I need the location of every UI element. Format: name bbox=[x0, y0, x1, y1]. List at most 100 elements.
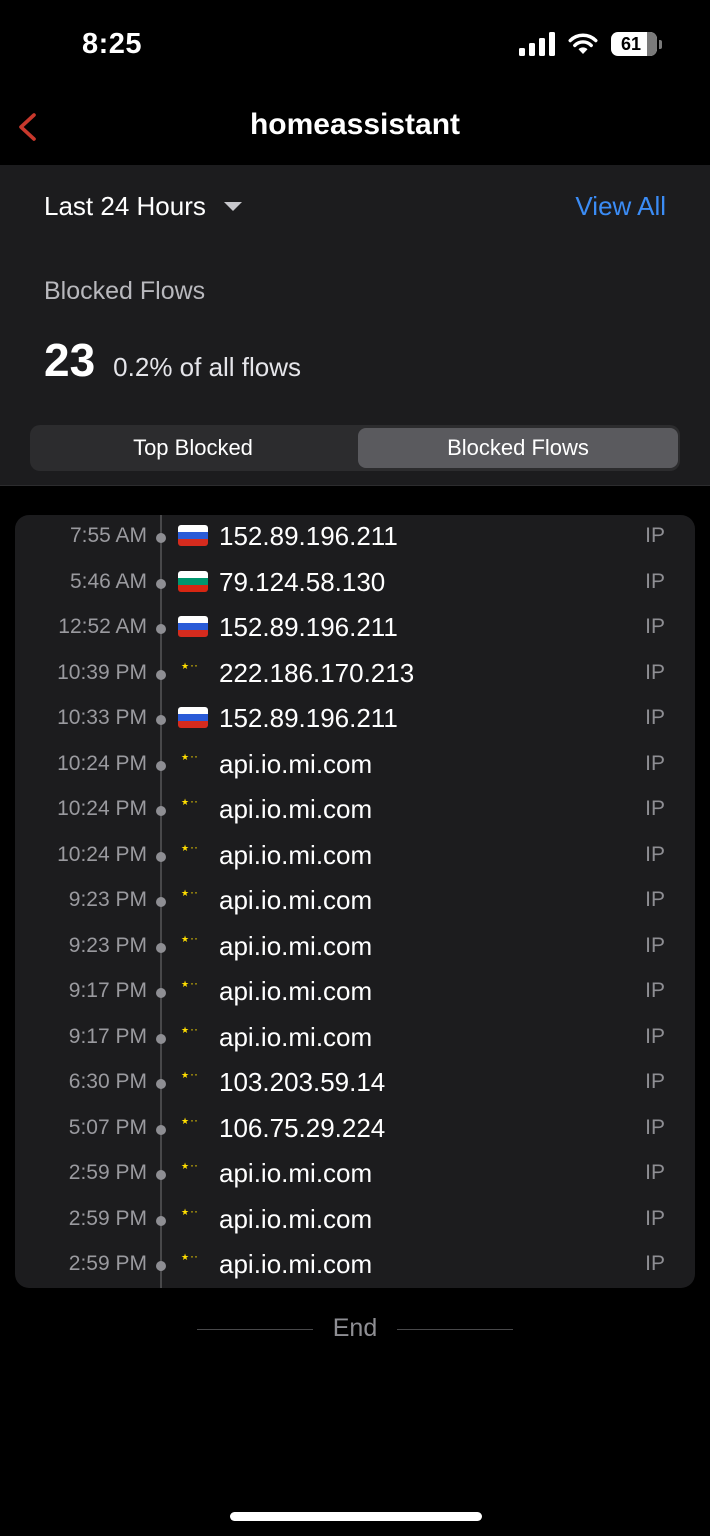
blocked-percent: 0.2% of all flows bbox=[113, 352, 302, 382]
timeline-dot bbox=[156, 806, 166, 816]
flow-type: IP bbox=[645, 706, 665, 729]
tab-blocked-flows[interactable]: Blocked Flows bbox=[358, 428, 678, 468]
end-marker: End bbox=[0, 1310, 710, 1350]
timeline-dot bbox=[156, 624, 166, 634]
flow-type: IP bbox=[645, 1206, 665, 1230]
flow-time: 12:52 AM bbox=[58, 615, 147, 638]
flow-destination: api.io.mi.com bbox=[219, 1203, 373, 1234]
flow-destination: api.io.mi.com bbox=[219, 885, 373, 915]
flow-row[interactable]: 9:23 PM api.io.mi.com IP bbox=[15, 879, 695, 924]
flow-row[interactable]: 6:30 PM 103.203.59.14 IP bbox=[15, 1061, 695, 1106]
wifi-icon bbox=[568, 33, 598, 54]
flow-destination: 106.75.29.224 bbox=[219, 1112, 386, 1143]
flow-time: 2:59 PM bbox=[68, 1206, 147, 1230]
flow-time: 9:23 PM bbox=[68, 888, 147, 911]
flow-type: IP bbox=[645, 660, 665, 684]
flow-time: 6:30 PM bbox=[68, 1070, 147, 1093]
view-all-link[interactable]: View All bbox=[575, 191, 666, 222]
status-icons: 61 bbox=[519, 32, 662, 56]
battery-icon: 61 bbox=[611, 32, 662, 56]
flow-time: 5:07 PM bbox=[68, 1115, 147, 1139]
flow-time: 10:33 PM bbox=[57, 706, 147, 729]
status-bar: 8:25 61 bbox=[0, 0, 710, 96]
timeline-dot bbox=[156, 1033, 166, 1044]
flow-destination: api.io.mi.com bbox=[219, 794, 373, 824]
section-label: Blocked Flows bbox=[44, 277, 206, 305]
timeline-dot bbox=[156, 1215, 166, 1226]
flow-time: 9:17 PM bbox=[68, 979, 147, 1002]
timeline-dot bbox=[156, 669, 166, 680]
caret-down-icon bbox=[223, 202, 242, 211]
flow-destination: api.io.mi.com bbox=[219, 1249, 373, 1279]
flow-time: 2:59 PM bbox=[68, 1252, 147, 1275]
flow-type: IP bbox=[645, 933, 665, 957]
flow-destination: api.io.mi.com bbox=[219, 930, 373, 961]
flow-time: 5:46 AM bbox=[69, 569, 147, 593]
timeline-dot bbox=[156, 988, 166, 998]
flow-row[interactable]: 9:17 PM api.io.mi.com IP bbox=[15, 1016, 695, 1061]
flow-type: IP bbox=[645, 615, 665, 638]
blocked-flows-list: 7:55 AM 152.89.196.211 IP 5:46 AM 79.124.58.… bbox=[15, 515, 695, 1288]
flow-destination: api.io.mi.com bbox=[219, 1021, 373, 1052]
end-divider-right bbox=[397, 1329, 513, 1330]
flow-time: 9:17 PM bbox=[68, 1024, 147, 1048]
flow-row[interactable]: 10:24 PM api.io.mi.com IP bbox=[15, 743, 695, 788]
flag-ru-icon bbox=[178, 707, 208, 728]
flow-time: 10:24 PM bbox=[57, 797, 147, 820]
flow-destination: 152.89.196.211 bbox=[219, 521, 398, 551]
timeline-dot bbox=[156, 1079, 166, 1089]
flow-type: IP bbox=[645, 1252, 665, 1275]
flow-row[interactable]: 12:52 AM 152.89.196.211 IP bbox=[15, 606, 695, 651]
flag-ru-icon bbox=[178, 525, 208, 546]
flow-type: IP bbox=[645, 1161, 665, 1184]
timeline-dot bbox=[156, 851, 166, 862]
flow-time: 7:55 AM bbox=[69, 524, 147, 547]
flow-destination: 79.124.58.130 bbox=[219, 566, 386, 597]
status-time: 8:25 bbox=[82, 28, 143, 60]
flow-type: IP bbox=[645, 888, 665, 911]
home-indicator bbox=[230, 1512, 482, 1521]
flow-row[interactable]: 9:17 PM api.io.mi.com IP bbox=[15, 970, 695, 1015]
flow-destination: api.io.mi.com bbox=[219, 1158, 373, 1188]
flow-destination: api.io.mi.com bbox=[219, 839, 373, 870]
flow-type: IP bbox=[645, 1070, 665, 1093]
page-title: homeassistant bbox=[249, 108, 461, 141]
timeline-dot bbox=[156, 760, 166, 771]
flow-destination: api.io.mi.com bbox=[219, 976, 373, 1006]
flow-row[interactable]: 2:59 PM api.io.mi.com IP bbox=[15, 1243, 695, 1288]
time-range-dropdown[interactable]: Last 24 Hours bbox=[44, 191, 242, 222]
flow-row[interactable]: 10:33 PM 152.89.196.211 IP bbox=[15, 697, 695, 742]
flow-time: 2:59 PM bbox=[68, 1161, 147, 1184]
view-segmented-control: Top Blocked Blocked Flows bbox=[30, 425, 680, 471]
flow-time: 10:24 PM bbox=[57, 751, 147, 775]
flow-row[interactable]: 7:55 AM 152.89.196.211 IP bbox=[15, 515, 695, 560]
flow-row[interactable]: 10:24 PM api.io.mi.com IP bbox=[15, 834, 695, 879]
timeline-dot bbox=[156, 1261, 166, 1271]
flow-row[interactable]: 10:39 PM 222.186.170.213 IP bbox=[15, 652, 695, 697]
flow-type: IP bbox=[645, 524, 665, 547]
timeline-dot bbox=[156, 533, 166, 543]
flow-row[interactable]: 10:24 PM api.io.mi.com IP bbox=[15, 788, 695, 833]
flag-bg-icon bbox=[178, 570, 208, 592]
summary-panel: Last 24 Hours View All Blocked Flows 23 … bbox=[0, 165, 710, 486]
tab-top-blocked[interactable]: Top Blocked bbox=[33, 428, 353, 468]
flow-row[interactable]: 2:59 PM api.io.mi.com IP bbox=[15, 1152, 695, 1197]
battery-level: 61 bbox=[620, 33, 642, 54]
flow-type: IP bbox=[645, 1024, 665, 1048]
blocked-count-row: 23 0.2% of all flows bbox=[44, 333, 301, 387]
cellular-signal-icon bbox=[519, 32, 555, 56]
flow-destination: 152.89.196.211 bbox=[219, 612, 398, 642]
timeline-dot bbox=[156, 715, 166, 725]
timeline-dot bbox=[156, 897, 166, 907]
flow-type: IP bbox=[645, 979, 665, 1002]
flow-row[interactable]: 5:07 PM 106.75.29.224 IP bbox=[15, 1107, 695, 1152]
flow-destination: 152.89.196.211 bbox=[219, 703, 398, 733]
flag-ru-icon bbox=[178, 616, 208, 637]
timeline-dot bbox=[156, 942, 166, 953]
blocked-count: 23 bbox=[44, 334, 96, 386]
flow-row[interactable]: 5:46 AM 79.124.58.130 IP bbox=[15, 561, 695, 606]
flow-destination: 222.186.170.213 bbox=[219, 657, 415, 688]
flow-row[interactable]: 2:59 PM api.io.mi.com IP bbox=[15, 1198, 695, 1243]
flow-type: IP bbox=[645, 842, 665, 866]
flow-row[interactable]: 9:23 PM api.io.mi.com IP bbox=[15, 925, 695, 970]
